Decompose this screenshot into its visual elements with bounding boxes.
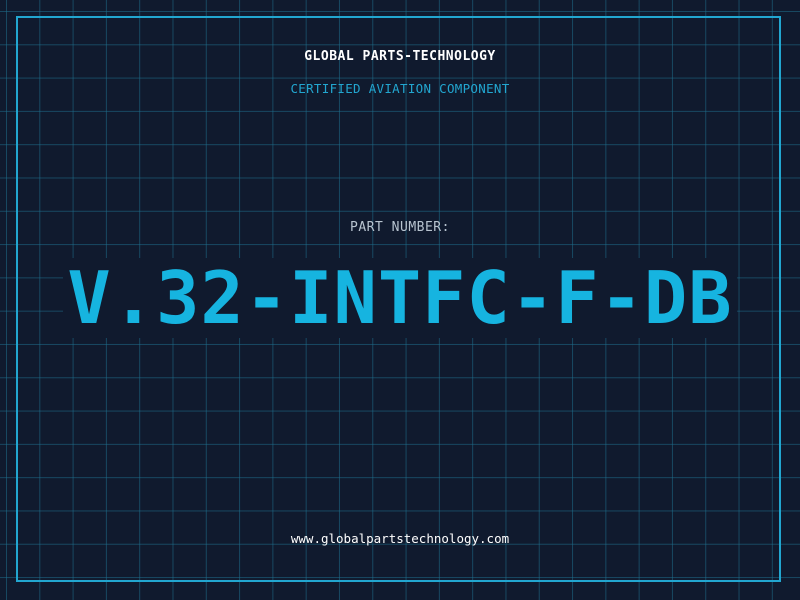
- part-number-container: V.32-INTFC-F-DB: [0, 258, 800, 338]
- part-number-label: PART NUMBER:: [350, 220, 450, 235]
- certification-tagline: CERTIFIED AVIATION COMPONENT: [290, 81, 510, 96]
- part-number-value: V.32-INTFC-F-DB: [63, 258, 737, 338]
- website-url: www.globalpartstechnology.com: [290, 531, 510, 546]
- company-name: GLOBAL PARTS-TECHNOLOGY: [304, 49, 496, 64]
